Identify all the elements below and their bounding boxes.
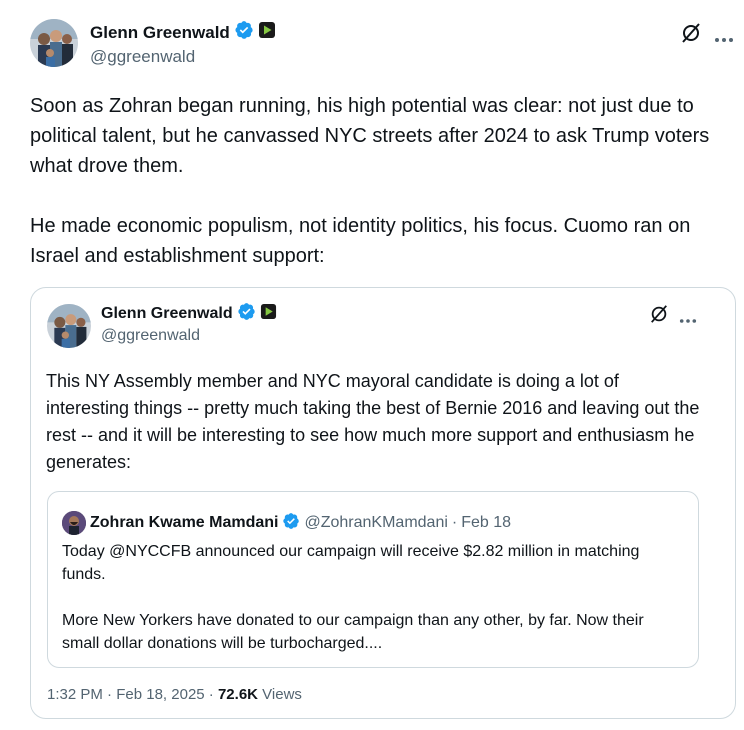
author-name-row[interactable]: Glenn Greenwald <box>90 20 276 45</box>
quoted-tweet[interactable]: Glenn Greenwald @ggreenwald This NY Asse… <box>30 287 736 719</box>
quoted-author-name: Glenn Greenwald <box>101 305 233 322</box>
tweet-paragraph-1: Soon as Zohran began running, his high p… <box>30 95 710 177</box>
grok-icon[interactable] <box>680 22 702 49</box>
nested-author-avatar <box>62 511 86 535</box>
meta-separator-2: · <box>208 686 214 703</box>
tweet-time[interactable]: 1:32 PM <box>47 686 103 703</box>
nested-paragraph-1: Today @NYCCFB announced our campaign wil… <box>62 543 640 583</box>
views-label: Views <box>262 686 302 703</box>
more-icon[interactable] <box>679 311 697 329</box>
author-name[interactable]: Glenn Greenwald <box>90 23 230 43</box>
rumble-badge-icon <box>258 21 276 44</box>
tweet-meta: 1:32 PM · Feb 18, 2025 · 72.6K Views <box>47 686 302 703</box>
quoted-author-avatar <box>47 304 91 348</box>
quoted-author-handle: @ggreenwald <box>101 327 200 344</box>
grok-icon[interactable] <box>649 304 669 329</box>
verified-badge-icon <box>237 302 256 326</box>
quoted-tweet-text: This NY Assembly member and NYC mayoral … <box>46 371 700 472</box>
author-avatar[interactable] <box>30 19 78 67</box>
nested-quoted-tweet[interactable]: Zohran Kwame Mamdani @ZohranKMamdani · F… <box>47 491 699 668</box>
nested-paragraph-2: More New Yorkers have donated to our cam… <box>62 612 644 652</box>
views-count: 72.6K <box>217 686 258 703</box>
nested-author-handle: @ZohranKMamdani <box>304 514 448 531</box>
verified-badge-icon <box>282 512 300 535</box>
tweet-date[interactable]: Feb 18, 2025 <box>116 686 204 703</box>
verified-badge-icon <box>234 20 254 45</box>
nested-author-name: Zohran Kwame Mamdani <box>90 514 279 531</box>
nested-date[interactable]: Feb 18 <box>461 514 511 532</box>
nested-header: Zohran Kwame Mamdani @ZohranKMamdani · F… <box>62 511 511 535</box>
tweet-card: Glenn Greenwald @ggreenwald Soon as Zohr… <box>0 0 744 730</box>
tweet-paragraph-2: He made economic populism, not identity … <box>30 215 691 267</box>
nested-tweet-text: Today @NYCCFB announced our campaign wil… <box>62 540 682 655</box>
nested-separator: · <box>451 514 458 531</box>
more-icon[interactable] <box>714 30 734 48</box>
tweet-text: Soon as Zohran began running, his high p… <box>30 91 736 271</box>
meta-separator-1: · <box>107 686 113 703</box>
author-handle[interactable]: @ggreenwald <box>90 47 195 67</box>
quoted-author-name-row: Glenn Greenwald <box>101 302 277 326</box>
rumble-badge-icon <box>260 303 277 325</box>
